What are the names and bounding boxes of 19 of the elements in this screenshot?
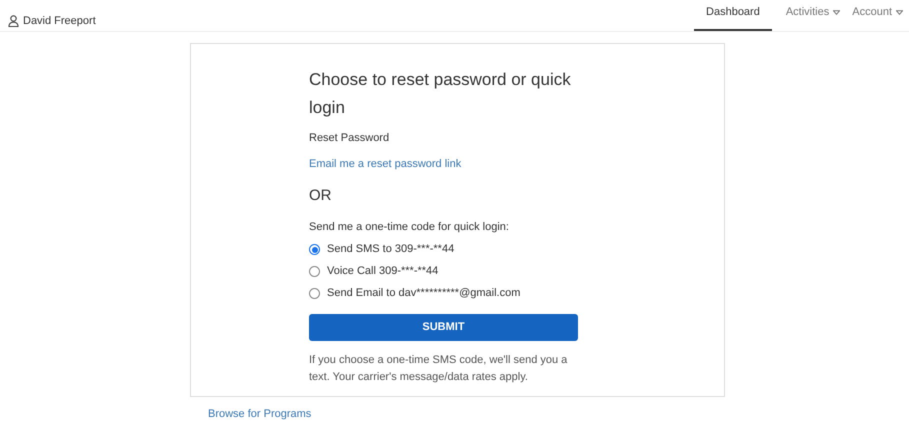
nav-tab[interactable]: Activities [780,0,846,31]
radio-button[interactable] [309,288,320,299]
nav-tab[interactable]: Account [846,0,909,31]
radio-label: Voice Call 309-***-**44 [327,264,438,280]
section-label: Reset Password [309,131,390,146]
user-name: David Freeport [23,14,96,28]
radio-label: Send SMS to 309-***-**44 [327,242,454,258]
radio-button[interactable] [309,244,320,255]
nav-tab[interactable]: Dashboard [694,0,772,31]
info-text: If you choose a one-time SMS code, we'll send you a text. Your carrier's message/data rates apply. [309,352,568,384]
prompt-text: Send me a one-time code for quick login: [309,220,510,235]
radio-label: Send Email to dav**********@gmail.com [327,286,520,302]
or-divider-text: OR [309,186,332,206]
radio-button[interactable] [309,266,320,277]
card-title: Choose to reset password or quick login [309,69,572,119]
browse-link[interactable]: Browse for Programs [208,408,312,421]
reset-link[interactable]: Email me a reset password link [309,158,462,170]
user-icon [8,14,19,27]
submit-button[interactable]: SUBMIT [309,314,578,340]
